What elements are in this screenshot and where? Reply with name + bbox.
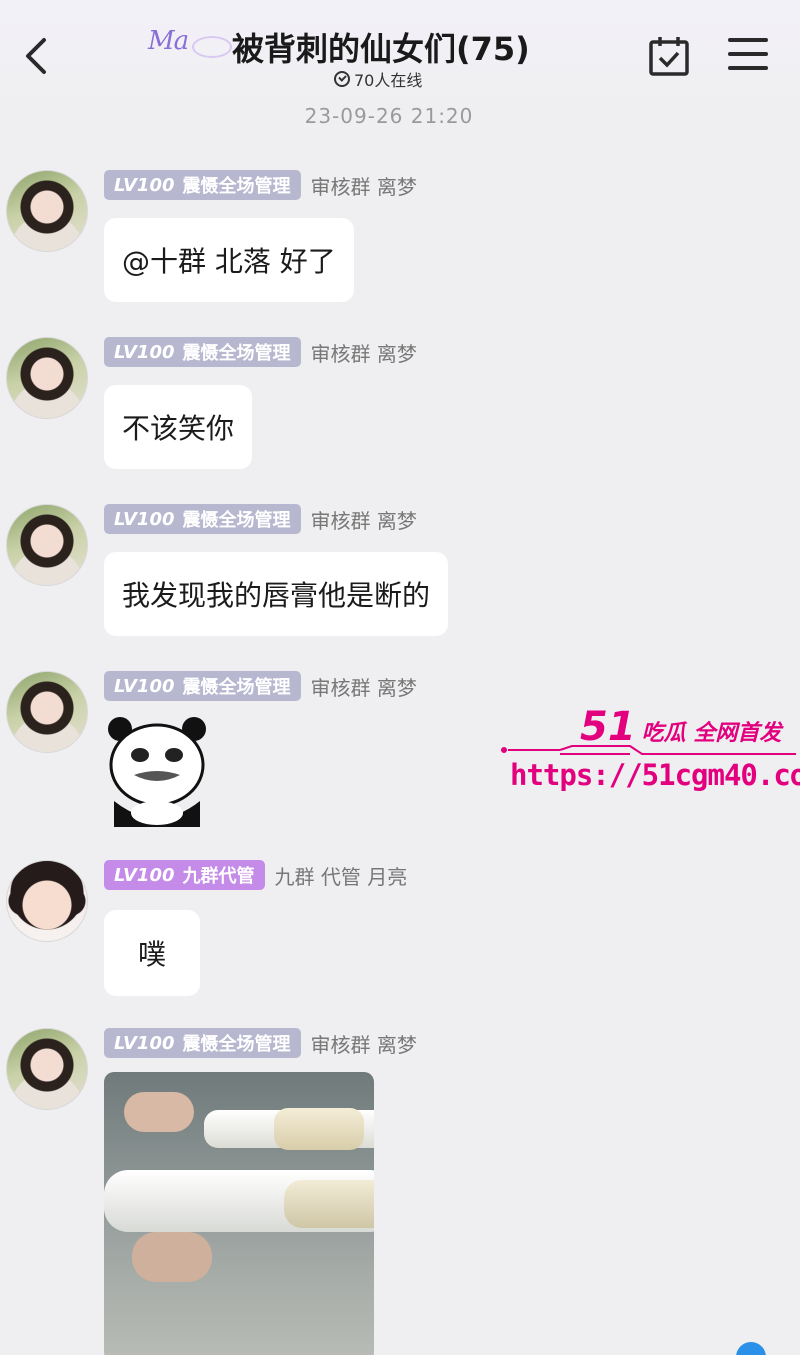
- menu-icon: [726, 38, 770, 70]
- panda-sticker[interactable]: [104, 715, 210, 827]
- photo-lipbalm-stick: [284, 1180, 374, 1228]
- back-button[interactable]: [18, 34, 52, 78]
- avatar[interactable]: [6, 170, 88, 252]
- online-count: 70人在线: [334, 68, 422, 90]
- sender-name: 审核群 离梦: [310, 508, 417, 533]
- message-bubble[interactable]: 我发现我的唇膏他是断的: [104, 552, 449, 636]
- calendar-button[interactable]: [648, 36, 690, 76]
- level-text: LV100: [114, 675, 175, 697]
- back-arrow-icon: [26, 38, 46, 74]
- message-bubble[interactable]: @十群 北落 好了: [104, 218, 354, 302]
- photo-finger: [124, 1092, 194, 1132]
- calendar-check-icon: [649, 37, 689, 76]
- sender-name: 审核群 离梦: [310, 174, 417, 199]
- group-logo-ring: [192, 36, 232, 58]
- message-bubble[interactable]: 不该笑你: [104, 385, 253, 469]
- message-meta: LV100 九群代管 九群 代管 月亮: [104, 860, 407, 890]
- avatar[interactable]: [6, 1028, 88, 1110]
- avatar[interactable]: [6, 860, 88, 942]
- role-text: 震慑全场管理: [182, 1034, 291, 1055]
- message-bubble[interactable]: 噗: [104, 910, 201, 996]
- role-text: 震慑全场管理: [182, 176, 291, 197]
- chat-header: Ma 被背刺的仙女们(75) 70人在线: [0, 0, 800, 108]
- level-text: LV100: [114, 864, 175, 886]
- sender-name: 审核群 离梦: [310, 675, 417, 700]
- sender-name: 九群 代管 月亮: [274, 864, 408, 889]
- photo-lipbalm-stick: [274, 1108, 364, 1150]
- sender-name: 审核群 离梦: [310, 1032, 417, 1057]
- sender-name: 审核群 离梦: [310, 341, 417, 366]
- message-meta: LV100 震慑全场管理 审核群 离梦: [104, 1028, 417, 1058]
- avatar[interactable]: [6, 671, 88, 753]
- photo-finger: [132, 1232, 212, 1282]
- level-badge: LV100 震慑全场管理: [104, 170, 301, 200]
- watermark-url: https://51cgm40.com: [510, 758, 800, 792]
- watermark-tag: 吃瓜 全网首发: [641, 721, 782, 746]
- level-badge: LV100 震慑全场管理: [104, 671, 301, 701]
- message-meta: LV100 震慑全场管理 审核群 离梦: [104, 504, 417, 534]
- level-text: LV100: [114, 508, 175, 530]
- role-text: 震慑全场管理: [182, 343, 291, 364]
- level-text: LV100: [114, 174, 175, 196]
- role-text: 九群代管: [182, 866, 255, 887]
- message-timestamp: 23-09-26 21:20: [304, 104, 474, 128]
- message-meta: LV100 震慑全场管理 审核群 离梦: [104, 671, 417, 701]
- watermark-line-graphic: [501, 745, 796, 755]
- message-meta: LV100 震慑全场管理 审核群 离梦: [104, 337, 417, 367]
- group-logo: Ma: [148, 26, 232, 66]
- group-title-area[interactable]: Ma 被背刺的仙女们(75) 70人在线: [140, 22, 560, 92]
- menu-button[interactable]: [726, 38, 770, 74]
- watermark: 51 吃瓜 全网首发 https://51cgm40.com: [500, 700, 800, 800]
- level-text: LV100: [114, 1032, 175, 1054]
- level-badge: LV100 震慑全场管理: [104, 504, 301, 534]
- level-text: LV100: [114, 341, 175, 363]
- level-badge: LV100 震慑全场管理: [104, 337, 301, 367]
- floating-action-icon[interactable]: [736, 1342, 766, 1355]
- group-title: 被背刺的仙女们(75): [232, 30, 530, 68]
- message-meta: LV100 震慑全场管理 审核群 离梦: [104, 170, 417, 200]
- panda-meme-image: [108, 717, 206, 827]
- message-photo[interactable]: [104, 1072, 374, 1355]
- group-logo-text: Ma: [148, 26, 189, 56]
- role-text: 震慑全场管理: [182, 510, 291, 531]
- level-badge: LV100 九群代管: [104, 860, 265, 890]
- avatar[interactable]: [6, 337, 88, 419]
- level-badge: LV100 震慑全场管理: [104, 1028, 301, 1058]
- online-check-icon: [334, 71, 350, 87]
- online-count-text: 70人在线: [354, 71, 423, 90]
- role-text: 震慑全场管理: [182, 677, 291, 698]
- avatar[interactable]: [6, 504, 88, 586]
